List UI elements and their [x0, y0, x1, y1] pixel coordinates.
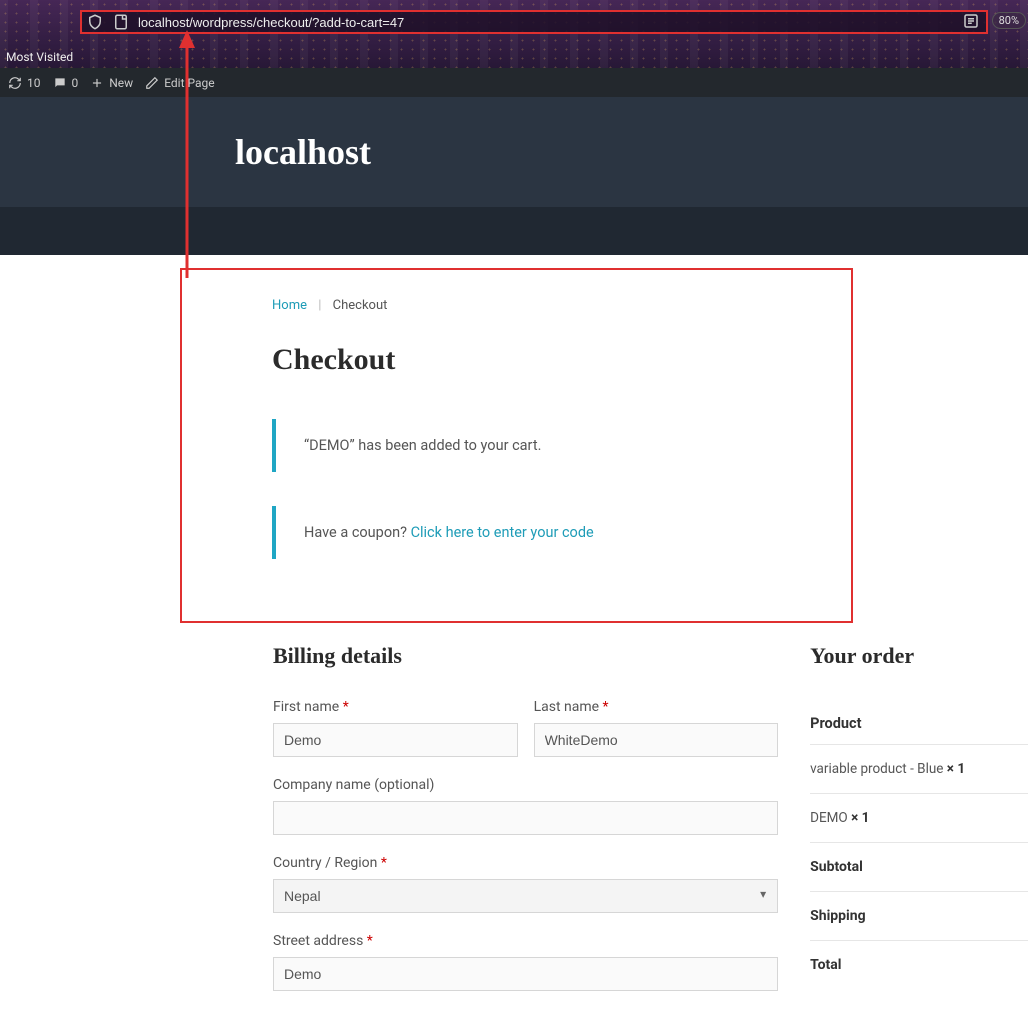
order-product-header: Product [810, 699, 1028, 745]
comments-count: 0 [72, 76, 79, 90]
most-visited-link[interactable]: Most Visited [6, 50, 73, 64]
browser-chrome: localhost/wordpress/checkout/?add-to-car… [0, 0, 1028, 68]
order-shipping: Shipping [810, 892, 1028, 941]
country-select[interactable]: Nepal [273, 879, 778, 913]
breadcrumb-home[interactable]: Home [272, 298, 307, 313]
url-text[interactable]: localhost/wordpress/checkout/?add-to-car… [134, 15, 986, 30]
country-label: Country / Region * [273, 855, 778, 871]
company-input[interactable] [273, 801, 778, 835]
coupon-notice: Have a coupon? Click here to enter your … [272, 506, 761, 559]
company-field: Company name (optional) [273, 777, 778, 835]
first-name-field: First name * [273, 699, 518, 757]
order-heading: Your order [810, 643, 1028, 669]
country-field: Country / Region * Nepal [273, 855, 778, 913]
order-row: variable product - Blue × 1 [810, 745, 1028, 794]
first-name-label: First name * [273, 699, 518, 715]
page-title: Checkout [272, 343, 761, 377]
order-row: DEMO × 1 [810, 794, 1028, 843]
billing-column: Billing details First name * Last name *… [273, 643, 778, 1011]
breadcrumb-sep: | [318, 298, 321, 313]
updates-count: 10 [27, 76, 41, 90]
last-name-label: Last name * [534, 699, 779, 715]
site-title[interactable]: localhost [235, 131, 371, 173]
order-item-name: variable product - Blue [810, 761, 947, 777]
cart-notice-text: “DEMO” has been added to your cart. [304, 437, 541, 454]
coupon-link[interactable]: Click here to enter your code [411, 524, 594, 541]
header-shadow [0, 207, 1028, 255]
cart-notice: “DEMO” has been added to your cart. [272, 419, 761, 472]
shield-icon[interactable] [86, 13, 104, 31]
comments-button[interactable]: 0 [53, 76, 79, 90]
order-item-name: DEMO [810, 810, 851, 826]
order-item-qty: × 1 [851, 810, 869, 826]
wp-admin-bar: 10 0 New Edit Page [0, 68, 1028, 97]
address-bar[interactable]: localhost/wordpress/checkout/?add-to-car… [80, 10, 988, 34]
coupon-prompt: Have a coupon? [304, 524, 411, 541]
new-label: New [109, 76, 133, 90]
page-body: Home | Checkout Checkout “DEMO” has been… [0, 255, 1028, 1011]
page-icon [112, 13, 130, 31]
zoom-level[interactable]: 80% [992, 12, 1026, 29]
street-label: Street address * [273, 933, 778, 949]
order-total: Total [810, 941, 1028, 989]
first-name-input[interactable] [273, 723, 518, 757]
order-table: Product variable product - Blue × 1 DEMO… [810, 699, 1028, 989]
new-button[interactable]: New [90, 76, 133, 90]
site-header: localhost [0, 97, 1028, 207]
last-name-input[interactable] [534, 723, 779, 757]
order-item-qty: × 1 [947, 761, 965, 777]
edit-page-label: Edit Page [164, 76, 214, 90]
reader-mode-icon[interactable] [962, 12, 980, 30]
breadcrumb-current: Checkout [333, 298, 388, 313]
company-label: Company name (optional) [273, 777, 778, 793]
updates-button[interactable]: 10 [8, 76, 41, 90]
street-field: Street address * [273, 933, 778, 991]
highlight-region: Home | Checkout Checkout “DEMO” has been… [180, 268, 853, 623]
order-column: Your order Product variable product - Bl… [810, 643, 1028, 1011]
street-input[interactable] [273, 957, 778, 991]
order-subtotal: Subtotal [810, 843, 1028, 892]
last-name-field: Last name * [534, 699, 779, 757]
edit-page-button[interactable]: Edit Page [145, 76, 214, 90]
checkout-form-area: Billing details First name * Last name *… [0, 643, 1028, 1011]
billing-heading: Billing details [273, 643, 778, 669]
breadcrumb: Home | Checkout [272, 298, 761, 313]
